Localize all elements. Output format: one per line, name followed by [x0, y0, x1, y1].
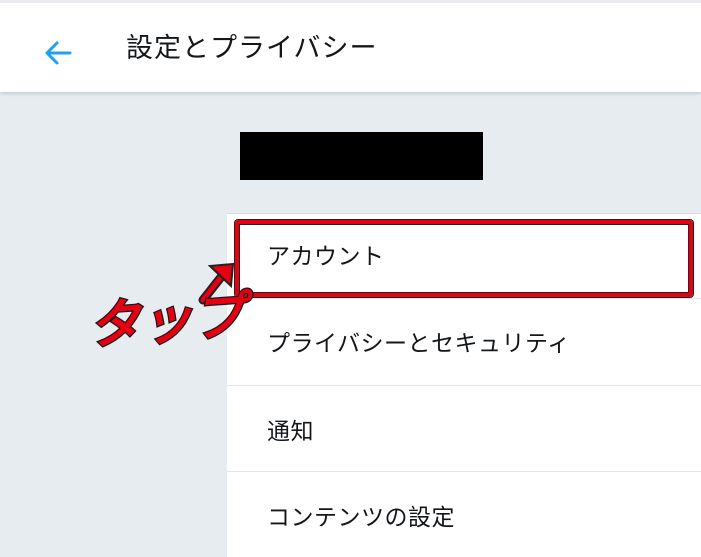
menu-item-content-settings[interactable]: コンテンツの設定	[227, 472, 701, 557]
back-button[interactable]	[40, 35, 76, 71]
tap-annotation: タップ	[85, 262, 255, 358]
redacted-username	[240, 132, 483, 180]
menu-item-label: 通知	[267, 419, 314, 445]
menu-item-notifications[interactable]: 通知	[227, 386, 701, 472]
menu-item-label: プライバシーとセキュリティ	[267, 331, 571, 357]
menu-item-label: コンテンツの設定	[267, 505, 455, 531]
page-title: 設定とプライバシー	[126, 33, 378, 64]
highlight-box	[235, 220, 693, 297]
menu-item-privacy-security[interactable]: プライバシーとセキュリティ	[227, 299, 701, 386]
arrow-left-icon	[45, 41, 72, 65]
app-header: 設定とプライバシー	[0, 0, 701, 92]
annotation-text: タップ	[87, 285, 255, 356]
